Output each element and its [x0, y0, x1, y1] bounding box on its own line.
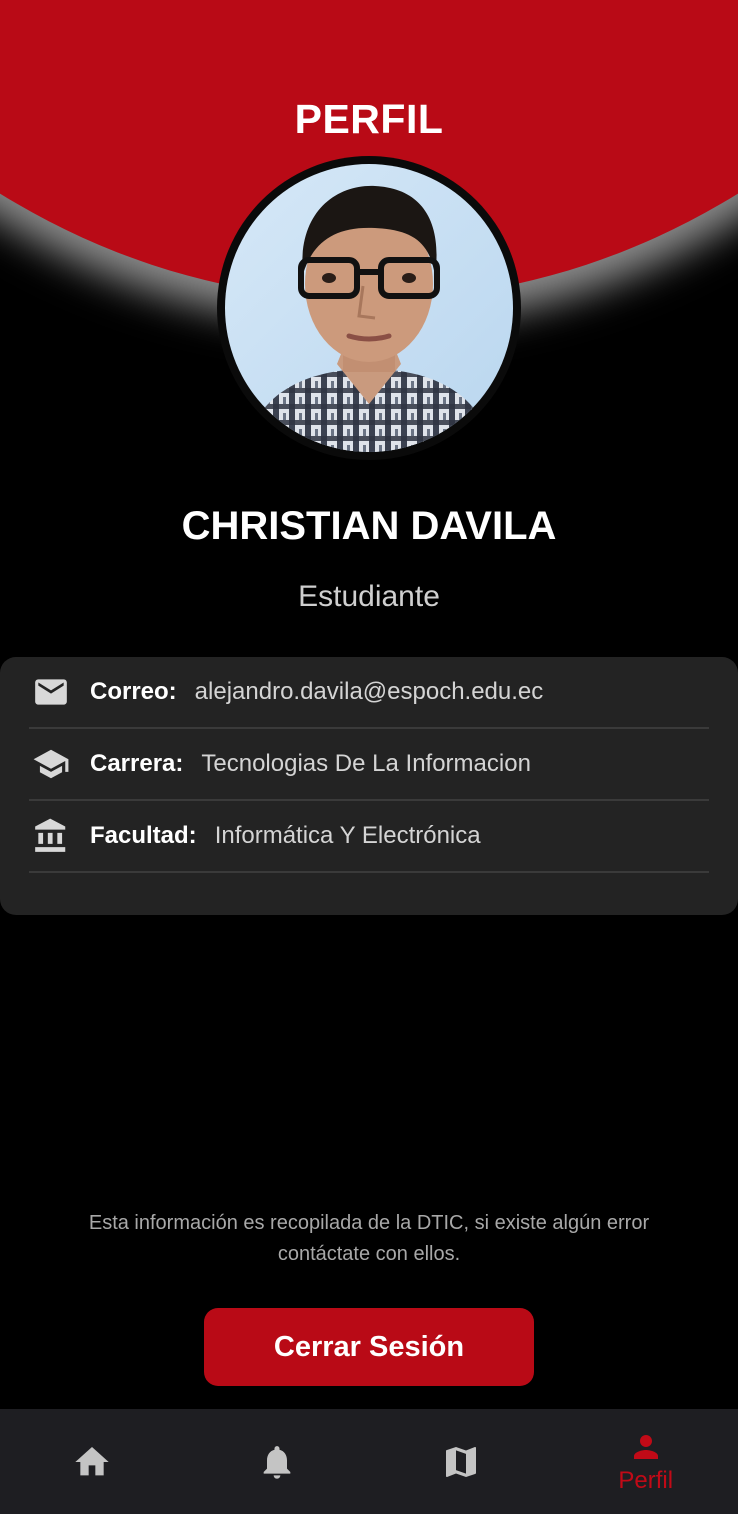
nav-item-map[interactable] — [369, 1409, 554, 1514]
disclaimer-text: Esta información es recopilada de la DTI… — [88, 1212, 650, 1265]
email-label: Correo: — [90, 678, 177, 705]
info-row-email: Correo: alejandro.davila@espoch.edu.ec — [29, 657, 709, 729]
nav-label-profile: Perfil — [618, 1466, 674, 1494]
profile-photo — [225, 164, 513, 452]
faculty-label: Facultad: — [90, 822, 197, 849]
page-title: PERFIL — [294, 96, 444, 142]
nav-item-notifications[interactable] — [185, 1409, 370, 1514]
home-icon — [75, 1446, 109, 1475]
bottom-nav: Perfil — [0, 1409, 738, 1514]
nav-item-profile[interactable]: Perfil — [554, 1409, 738, 1514]
graduation-cap-icon — [31, 744, 71, 784]
map-icon — [446, 1446, 477, 1477]
nav-item-home[interactable] — [0, 1409, 185, 1514]
career-label: Carrera: — [90, 750, 184, 777]
avatar — [217, 156, 521, 460]
info-card: Correo: alejandro.davila@espoch.edu.ec C… — [0, 657, 738, 915]
institution-icon — [31, 816, 71, 856]
person-icon — [633, 1434, 658, 1459]
info-row-career: Carrera: Tecnologias De La Informacion — [29, 729, 709, 801]
email-value: alejandro.davila@espoch.edu.ec — [194, 678, 544, 705]
career-value: Tecnologias De La Informacion — [201, 750, 531, 777]
info-row-faculty: Facultad: Informática Y Electrónica — [29, 801, 709, 873]
profile-screen: PERFIL CHRISTIAN DAVILA Estudiante Corre… — [0, 0, 738, 1514]
faculty-value: Informática Y Electrónica — [214, 822, 481, 849]
bell-icon — [263, 1445, 291, 1479]
user-name: CHRISTIAN DAVILA — [181, 504, 557, 548]
mail-icon — [31, 672, 71, 712]
user-role: Estudiante — [298, 580, 440, 613]
logout-button[interactable]: Cerrar Sesión — [204, 1308, 534, 1386]
